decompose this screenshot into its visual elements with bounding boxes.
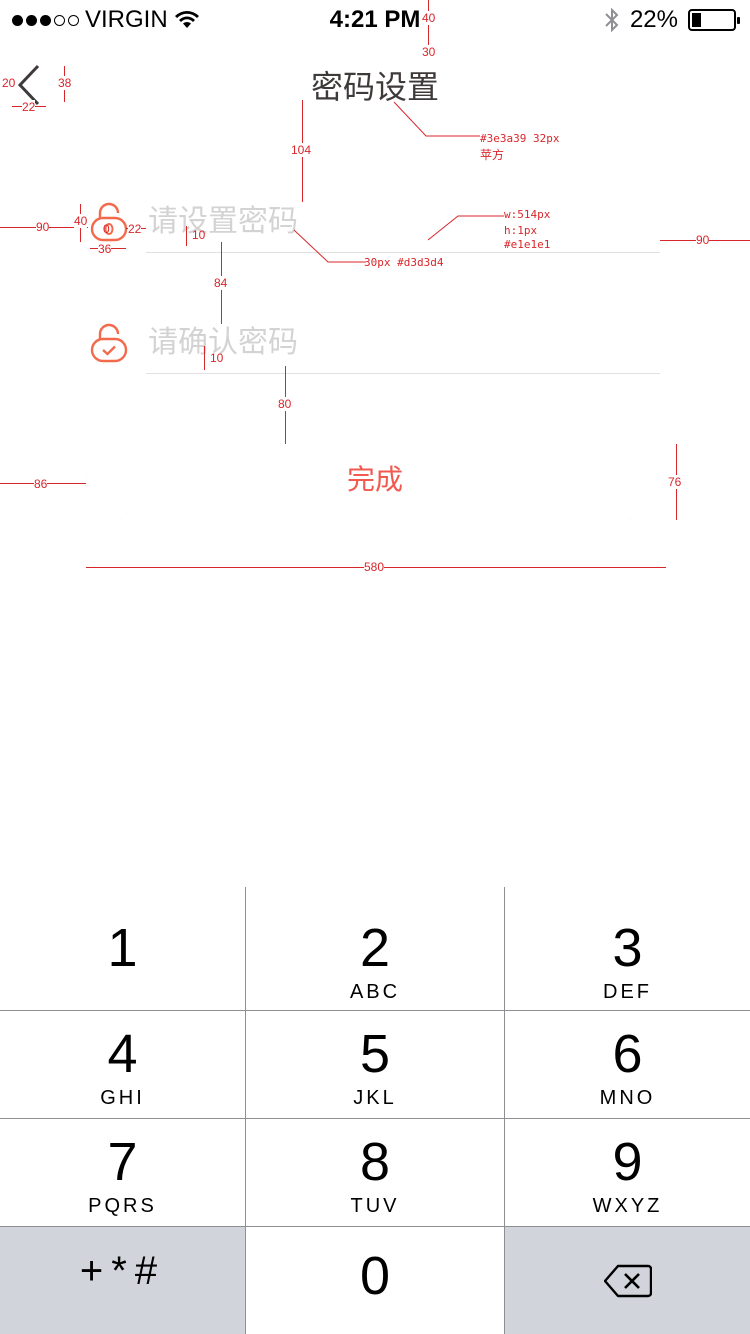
annotation-label: 90: [696, 233, 710, 247]
page-title: 密码设置: [310, 69, 439, 105]
confirm-password-input[interactable]: [148, 319, 660, 367]
password-divider: [146, 252, 660, 253]
key-9[interactable]: 9 WXYZ: [505, 1119, 750, 1226]
annotation-line: [186, 226, 187, 246]
password-input[interactable]: [148, 198, 660, 246]
key-letters: WXYZ: [592, 1195, 663, 1217]
key-1[interactable]: 1: [0, 887, 245, 1010]
status-right: 22%: [604, 6, 740, 34]
key-letters: JKL: [353, 1087, 397, 1109]
annotation-label: 38: [58, 76, 72, 90]
key-0[interactable]: 0: [246, 1227, 504, 1334]
key-4[interactable]: 4 GHI: [0, 1011, 245, 1118]
annotation-arrow: [427, 215, 504, 241]
annotation-label: 104: [291, 143, 312, 157]
annotation-label: 0: [103, 222, 110, 236]
backspace-icon: [603, 1264, 652, 1298]
annotation-label: 22: [22, 100, 36, 114]
annotation-label: #3e3a39 32px: [480, 132, 560, 145]
key-letters: DEF: [603, 981, 652, 1003]
keypad-divider: [245, 887, 246, 1334]
key-digit: 0: [359, 1246, 391, 1306]
key-digit: 1: [107, 918, 138, 978]
key-letters: PQRS: [88, 1195, 157, 1217]
annotation-label: 22: [128, 222, 142, 236]
key-digit: 9: [612, 1132, 643, 1192]
battery-icon: [688, 9, 740, 31]
confirm-password-field: [90, 319, 660, 383]
key-letters: TUV: [350, 1195, 400, 1217]
annotation-label: 10: [210, 351, 224, 365]
annotation-label: #e1e1e1: [504, 238, 551, 251]
annotation-label: 20: [2, 76, 16, 90]
numeric-keypad: 1 2 ABC 3 DEF 4 GHI 5 JKL 6 MNO 7 PQRS 8…: [0, 887, 750, 1334]
confirm-password-divider: [146, 373, 660, 374]
annotation-label: 84: [214, 276, 228, 290]
annotation-label: 40: [74, 214, 88, 228]
lock-check-icon: [90, 323, 128, 363]
password-field: [90, 198, 660, 262]
key-symbols[interactable]: +*#: [0, 1227, 245, 1334]
annotation-label: 苹方: [480, 148, 505, 162]
key-symbols-label: +*#: [79, 1249, 166, 1293]
annotation-label: 76: [668, 475, 682, 489]
submit-button[interactable]: 完成: [86, 444, 664, 520]
key-digit: 8: [359, 1132, 391, 1192]
key-5[interactable]: 5 JKL: [246, 1011, 504, 1118]
key-digit: 3: [612, 918, 643, 978]
key-digit: 4: [107, 1024, 138, 1084]
keypad-divider: [0, 1226, 750, 1227]
annotation-label: h:1px: [504, 224, 538, 237]
annotation-label: 90: [36, 220, 50, 234]
bluetooth-icon: [605, 7, 619, 33]
key-letters: GHI: [100, 1087, 145, 1109]
key-8[interactable]: 8 TUV: [246, 1119, 504, 1226]
keypad-divider: [0, 1010, 750, 1011]
key-digit: 6: [612, 1024, 643, 1084]
key-digit: 5: [359, 1024, 391, 1084]
annotation-label: 30: [422, 45, 436, 59]
key-2[interactable]: 2 ABC: [246, 887, 504, 1010]
key-digit: 7: [107, 1132, 138, 1192]
key-7[interactable]: 7 PQRS: [0, 1119, 245, 1226]
annotation-label: 40: [422, 11, 436, 25]
submit-button-label: 完成: [346, 464, 403, 495]
annotation-arrow: [293, 229, 366, 263]
annotation-label: 36: [98, 242, 112, 256]
battery-percent: 22%: [629, 6, 678, 33]
key-letters: MNO: [599, 1087, 656, 1109]
annotation-label: 10: [192, 228, 206, 242]
key-digit: 2: [359, 918, 391, 978]
annotation-line: [204, 346, 205, 370]
annotation-label: 80: [278, 397, 292, 411]
annotation-label: 30px #d3d3d4: [364, 256, 444, 269]
annotation-arrow: [393, 101, 480, 137]
annotation-label: 580: [364, 560, 385, 574]
delete-key[interactable]: [505, 1227, 750, 1334]
battery-level: [692, 13, 701, 27]
key-letters: ABC: [349, 981, 401, 1003]
key-3[interactable]: 3 DEF: [505, 887, 750, 1010]
keypad-divider: [504, 887, 505, 1334]
status-bar: VIRGIN 4:21 PM 22%: [0, 0, 750, 40]
keypad-divider: [0, 1118, 750, 1119]
annotation-label: 86: [34, 477, 48, 491]
key-6[interactable]: 6 MNO: [505, 1011, 750, 1118]
annotation-label: w:514px: [504, 208, 551, 221]
